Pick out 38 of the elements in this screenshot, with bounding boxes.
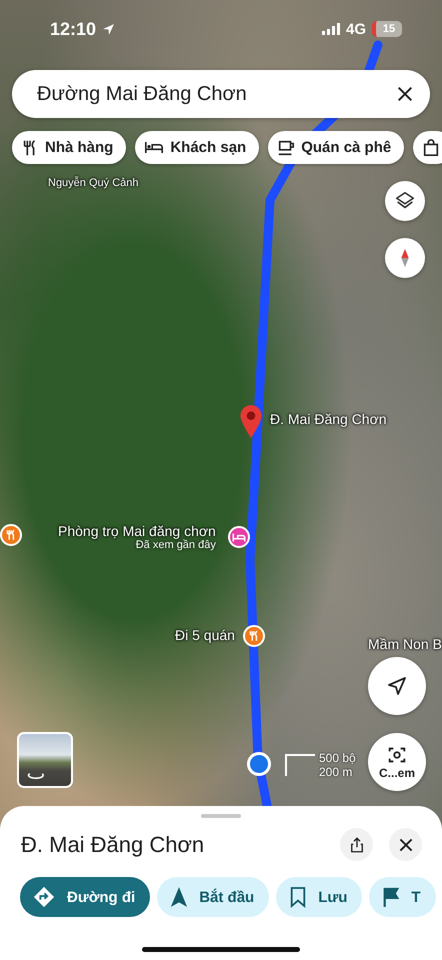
navigation-arrow-icon	[385, 674, 409, 698]
share-button[interactable]	[340, 828, 373, 861]
category-chip[interactable]: Khách sạn	[135, 131, 260, 164]
map-label-note: Đã xem gần đây	[136, 539, 216, 551]
drag-handle[interactable]	[201, 814, 241, 818]
network-type: 4G	[346, 20, 366, 38]
map-label[interactable]: Đi 5 quán	[175, 627, 235, 643]
category-chip[interactable]: Quán cà phê	[268, 131, 404, 164]
close-icon[interactable]	[396, 85, 414, 103]
street-view-thumbnail[interactable]	[17, 732, 73, 788]
scale-label: 200 m	[319, 765, 354, 779]
map-label[interactable]: Phòng trọ Mai đăng chơn	[58, 523, 216, 539]
action-button[interactable]: Đường đi	[20, 877, 150, 917]
close-icon	[398, 836, 414, 852]
bag-icon	[422, 138, 440, 156]
flag-icon	[382, 886, 400, 908]
map-label[interactable]: Mầm Non B	[368, 636, 442, 652]
bed-icon	[144, 140, 164, 155]
cup-icon	[277, 138, 296, 156]
scale-label: 500 bộ	[319, 751, 356, 765]
action-button[interactable]: Bắt đầu	[157, 877, 270, 917]
map-label[interactable]: Đ. Mai Đăng Chơn	[270, 411, 387, 427]
search-field[interactable]: Đường Mai Đăng Chơn	[12, 70, 430, 118]
place-title: Đ. Mai Đăng Chơn	[21, 832, 206, 858]
search-text: Đường Mai Đăng Chơn	[37, 82, 247, 106]
action-button[interactable]: T	[369, 877, 436, 917]
map-label: Nguyễn Quý Cảnh	[48, 177, 138, 189]
close-button[interactable]	[389, 828, 422, 861]
directions-icon	[33, 886, 55, 908]
action-button[interactable]: Lưu	[276, 877, 362, 917]
scale-bar	[285, 754, 315, 776]
battery-icon: 15	[372, 21, 402, 37]
bookmark-icon	[289, 886, 308, 908]
category-chip[interactable]: Nhà hàng	[12, 131, 126, 164]
navigation-arrow-icon	[170, 886, 188, 908]
location-arrow-icon	[102, 22, 116, 36]
clock-time: 12:10	[50, 18, 96, 40]
signal-icon	[322, 23, 340, 35]
